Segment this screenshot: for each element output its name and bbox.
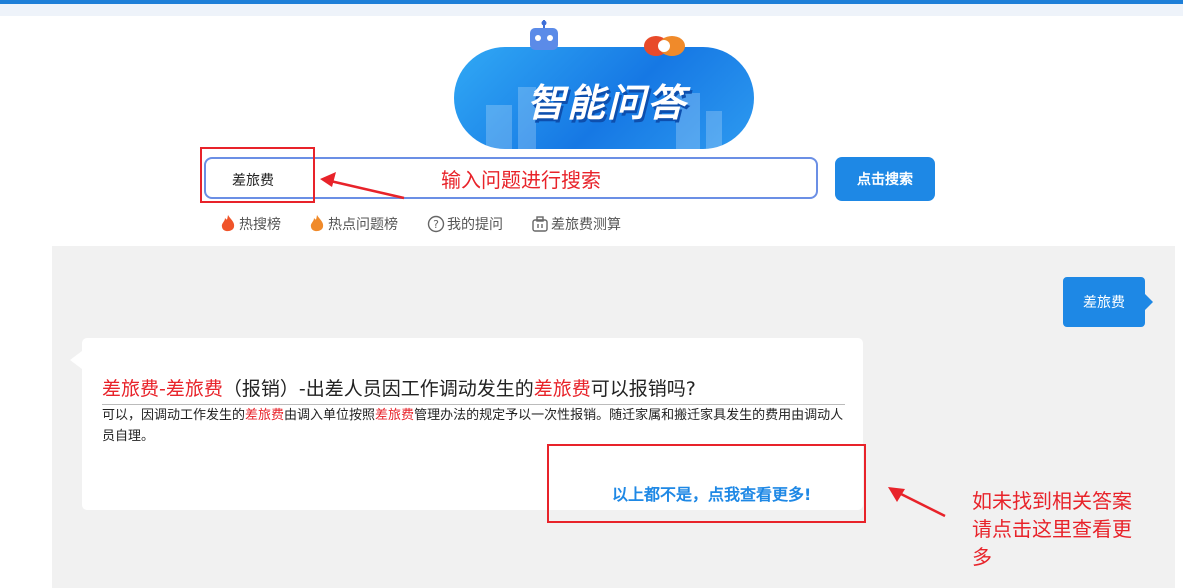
- banner-title: 智能问答: [526, 81, 687, 125]
- title-text: 可以报销吗?: [590, 378, 696, 400]
- quick-link-travel-calc[interactable]: 差旅费测算: [531, 214, 621, 234]
- brand-logo-icon: [644, 36, 685, 56]
- quick-link-my-questions[interactable]: ? 我的提问: [427, 214, 503, 234]
- quick-link-label: 我的提问: [447, 217, 503, 233]
- annotation-hint-input: 输入问题进行搜索: [441, 168, 601, 192]
- answer-bubble-tail: [70, 351, 82, 369]
- banner: 智能问答: [452, 14, 757, 149]
- annotation-arrow-more: [888, 487, 946, 518]
- quick-link-label: 热点问题榜: [328, 217, 398, 233]
- title-text: （报销）-出差人员因工作调动发生的: [222, 378, 534, 400]
- flame-icon: [310, 215, 324, 232]
- search-button[interactable]: 点击搜索: [835, 157, 935, 201]
- quick-link-hot-questions[interactable]: 热点问题榜: [308, 214, 398, 234]
- annotation-box-more: [547, 444, 866, 523]
- answer-question-link[interactable]: 差旅费-差旅费（报销）-出差人员因工作调动发生的差旅费可以报销吗?: [102, 374, 845, 405]
- svg-text:?: ?: [433, 218, 439, 231]
- quick-link-hot-search[interactable]: 热搜榜: [219, 214, 281, 234]
- annotation-box-input: [200, 147, 315, 203]
- answer-body: 可以，因调动工作发生的差旅费由调入单位按照差旅费管理办法的规定予以一次性报销。随…: [102, 408, 844, 444]
- highlight-keyword: 差旅费: [245, 408, 285, 423]
- question-circle-icon: ?: [427, 215, 445, 233]
- highlight-keyword: 差旅费: [533, 378, 591, 400]
- quick-link-label: 热搜榜: [239, 217, 281, 233]
- annotation-arrow-input: [320, 172, 405, 200]
- user-message-bubble: 差旅费: [1063, 277, 1145, 327]
- robot-icon: [530, 20, 558, 50]
- briefcase-icon: [532, 216, 548, 232]
- highlight-keyword: 差旅费-差旅费: [102, 378, 223, 400]
- flame-icon: [221, 215, 235, 232]
- quick-link-label: 差旅费测算: [551, 217, 621, 233]
- user-bubble-tail: [1144, 293, 1153, 311]
- highlight-keyword: 差旅费: [375, 408, 415, 423]
- annotation-hint-more: 如未找到相关答案请点击这里查看更多: [972, 489, 1132, 569]
